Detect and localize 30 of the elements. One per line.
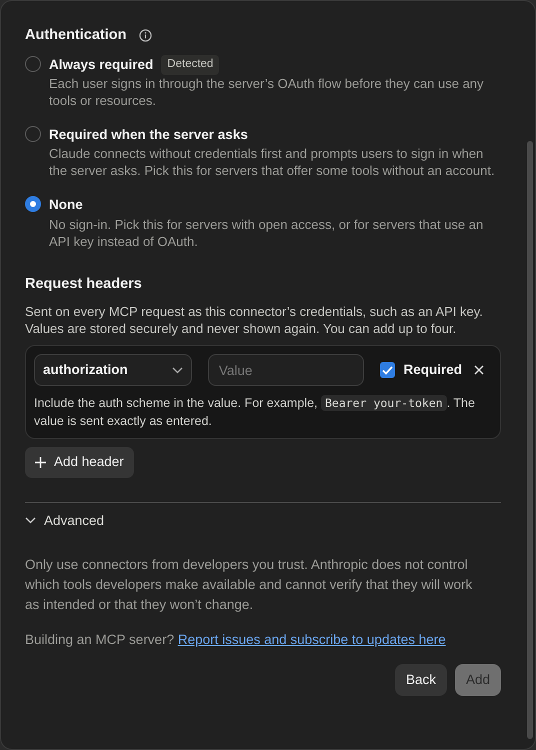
- section-title: Authentication: [25, 26, 126, 45]
- section-title: Request headers: [25, 274, 143, 294]
- option-description: Each user signs in through the server’s OAuth flow before they can use any tools or resources.: [49, 75, 485, 109]
- status-tag: Detected: [161, 55, 220, 74]
- hint-text: Include the auth scheme in the value. For example, Bearer your-token . The value is sent exactly as entered.: [34, 394, 476, 430]
- radio-button[interactable]: [25, 196, 41, 212]
- option-description: No sign-in. Pick this for servers with open access, or for servers that use an API key instead of OAuth.: [49, 216, 484, 250]
- close-icon: [474, 365, 484, 376]
- chevron-down-icon: [25, 517, 36, 524]
- section-description: Sent on every MCP request as this connector’s credentials, such as an API key. Values are stored securely and never shown again. You can add up to four.: [25, 303, 484, 338]
- chevron-down-icon: [172, 366, 183, 374]
- footer-button[interactable]: Back: [394, 664, 447, 696]
- advanced-toggle[interactable]: Advanced: [25, 510, 104, 531]
- option-label: None: [49, 196, 83, 214]
- scrollbar-thumb[interactable]: [527, 141, 533, 739]
- footer-note: Building an MCP server? Report issues and subscribe to updates here: [25, 630, 447, 648]
- disclaimer-text: Only use connectors from developers you trust. Anthropic does not control which tools developers make available and cannot verify that they will work as intended or that they won’t change.: [25, 556, 474, 614]
- radio-button[interactable]: [25, 56, 41, 72]
- option-label: Always required: [49, 56, 154, 74]
- add-header-button[interactable]: Add header: [25, 447, 134, 478]
- radio-button[interactable]: [25, 126, 41, 142]
- header-name-dropdown[interactable]: authorization: [34, 354, 192, 386]
- link[interactable]: Report issues and subscribe to updates here: [178, 632, 446, 647]
- option-description: Claude connects without credentials first and prompts users to sign in when the server asks. Pick this for servers that offer some tools without an account.: [49, 145, 496, 180]
- info-icon[interactable]: [138, 29, 152, 42]
- checkbox[interactable]: [380, 362, 396, 378]
- option-label: Required when the server asks: [49, 126, 248, 144]
- plus-icon: [35, 456, 46, 468]
- checkbox-label: Required: [403, 361, 462, 380]
- value-field[interactable]: Value: [208, 354, 364, 386]
